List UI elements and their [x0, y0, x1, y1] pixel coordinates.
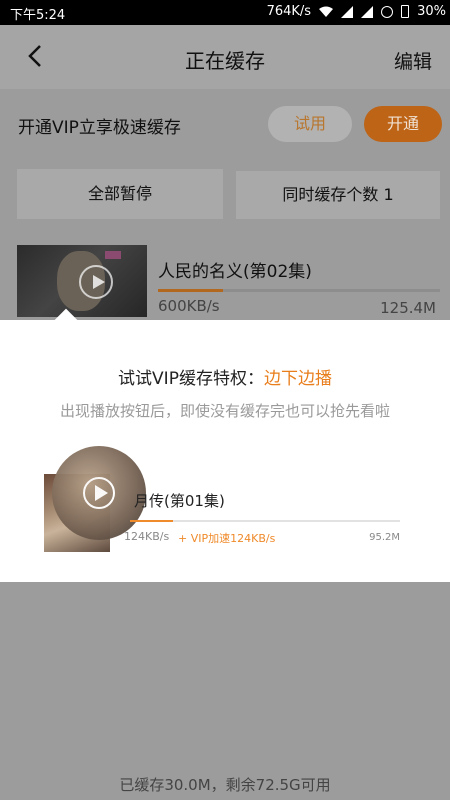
action-row: 全部暂停 同时缓存个数 1 — [0, 169, 450, 221]
wifi-icon — [319, 6, 334, 18]
storage-footer: 已缓存30.0M，剩余72.5G可用 — [119, 776, 331, 794]
demo-progress-fill — [130, 520, 174, 522]
vip-promo-bar: 开通VIP立享极速缓存 试用 开通 — [0, 97, 450, 157]
play-icon — [83, 477, 115, 509]
demo-size: 95.2M — [369, 532, 400, 543]
popup-headline-prefix: 试试VIP缓存特权： — [118, 369, 264, 389]
popup-headline: 试试VIP缓存特权：边下边播 — [0, 364, 450, 389]
demo-item-title: 月传(第01集) — [134, 492, 225, 510]
try-button[interactable]: 试用 — [268, 106, 352, 142]
popup-headline-highlight: 边下边播 — [263, 369, 332, 389]
page-title: 正在缓存 — [185, 49, 265, 73]
popup-demo-item: 月传(第01集) 124KB/s + VIP加速124KB/s 95.2M — [0, 446, 450, 560]
download-speed: 600KB/s — [158, 297, 220, 315]
pause-all-button[interactable]: 全部暂停 — [17, 169, 223, 219]
status-bar: 下午5:24 764K/s 30% — [0, 0, 450, 25]
concurrent-downloads-button[interactable]: 同时缓存个数 1 — [236, 171, 440, 219]
network-speed: 764K/s — [266, 4, 312, 19]
open-vip-button[interactable]: 开通 — [364, 106, 442, 142]
video-thumbnail — [17, 245, 147, 317]
popup-description: 出现播放按钮后，即使没有缓存完也可以抢先看啦 — [59, 402, 390, 420]
download-progress-bar — [158, 289, 440, 292]
demo-progress-bar — [130, 520, 400, 522]
vip-promo-text: 开通VIP立享极速缓存 — [18, 118, 181, 138]
edit-button[interactable]: 编辑 — [394, 47, 432, 74]
top-bar: 正在缓存 编辑 — [0, 25, 450, 89]
demo-vip-boost: + VIP加速124KB/s — [178, 532, 276, 545]
data-saver-icon — [381, 5, 394, 18]
status-indicators: 764K/s 30% — [267, 4, 446, 19]
download-item-title: 人民的名义(第02集) — [158, 262, 312, 282]
vip-feature-popup[interactable]: 试试VIP缓存特权：边下边播 出现播放按钮后，即使没有缓存完也可以抢先看啦 月传… — [0, 308, 450, 582]
demo-speed: 124KB/s — [124, 530, 170, 543]
play-icon — [79, 265, 113, 299]
battery-icon — [401, 5, 410, 18]
demo-play-disc — [52, 446, 146, 540]
signal-icon-2 — [361, 5, 374, 18]
download-progress-fill — [158, 289, 223, 292]
signal-icon — [341, 5, 354, 18]
battery-percent: 30% — [417, 4, 446, 19]
status-time: 下午5:24 — [10, 8, 66, 23]
download-size: 125.4M — [380, 299, 436, 317]
